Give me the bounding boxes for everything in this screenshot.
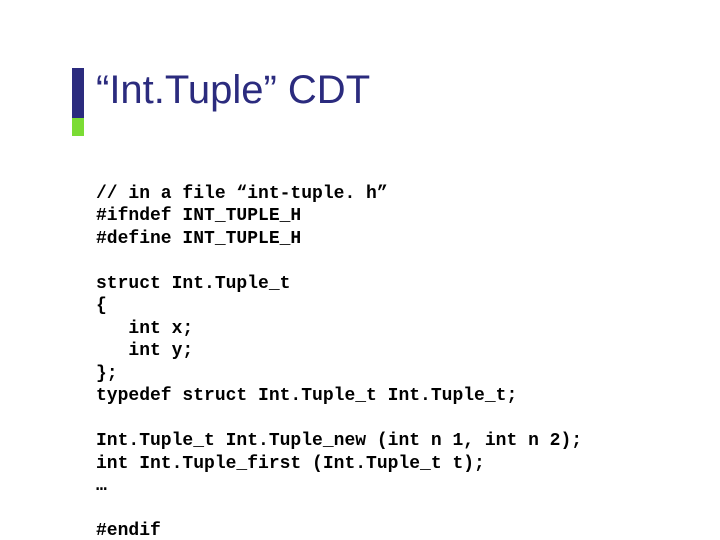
code-line: #endif bbox=[96, 521, 161, 540]
code-line: typedef struct Int.Tuple_t Int.Tuple_t; bbox=[96, 386, 517, 406]
code-line: … bbox=[96, 476, 107, 496]
title-accent-bar bbox=[72, 68, 84, 118]
code-line: int y; bbox=[96, 341, 193, 361]
code-line: #ifndef INT_TUPLE_H bbox=[96, 206, 301, 226]
title-accent-bar-green bbox=[72, 118, 84, 136]
code-line: int Int.Tuple_first (Int.Tuple_t t); bbox=[96, 454, 485, 474]
code-line: // in a file “int-tuple. h” bbox=[96, 184, 388, 204]
slide: “Int.Tuple” CDT // in a file “int-tuple.… bbox=[0, 0, 720, 540]
code-line: { bbox=[96, 296, 107, 316]
slide-title: “Int.Tuple” CDT bbox=[96, 68, 370, 113]
code-block: // in a file “int-tuple. h” #ifndef INT_… bbox=[96, 160, 582, 540]
code-line: #define INT_TUPLE_H bbox=[96, 229, 301, 249]
code-line: }; bbox=[96, 364, 118, 384]
code-line: int x; bbox=[96, 319, 193, 339]
code-line: Int.Tuple_t Int.Tuple_new (int n 1, int … bbox=[96, 431, 582, 451]
code-line: struct Int.Tuple_t bbox=[96, 274, 290, 294]
